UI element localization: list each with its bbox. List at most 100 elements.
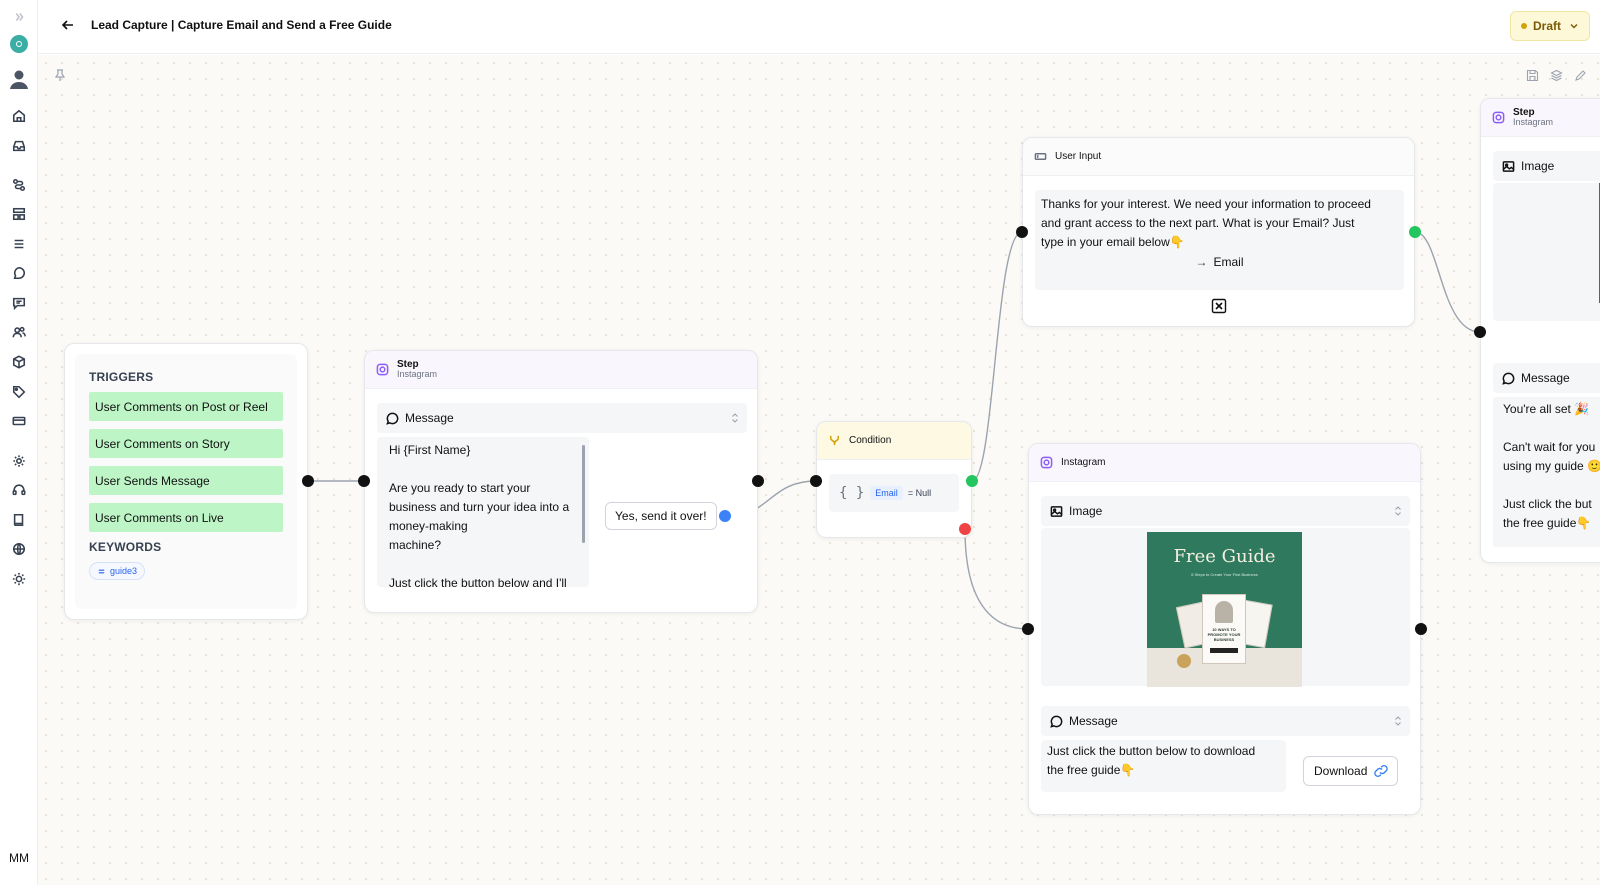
condition-input-port[interactable] (810, 475, 822, 487)
close-box-icon[interactable] (1211, 298, 1227, 314)
message-section-header[interactable]: Message (377, 403, 747, 433)
home-icon[interactable] (10, 107, 28, 125)
condition-false-port[interactable] (959, 523, 971, 535)
expand-collapse-icon[interactable] (1394, 715, 1402, 727)
user-initials[interactable]: MM (0, 851, 38, 865)
message-line: Thanks for your interest. We need your i… (1041, 197, 1371, 211)
message-line: type in your email below👇 (1041, 235, 1185, 249)
layers-icon[interactable] (1550, 69, 1563, 82)
instagram-step-card[interactable]: Instagram Image Free Guide 6 Steps to Cr… (1028, 443, 1421, 815)
instagram-step-out-port[interactable] (1415, 623, 1427, 635)
back-arrow-icon[interactable] (60, 17, 76, 33)
image-section-header[interactable]: Image (1493, 151, 1600, 181)
message-text: Just click the button below to download t… (1047, 742, 1286, 780)
message-text: You're all set 🎉 Can't wait for you using … (1503, 400, 1600, 533)
message-section-header[interactable]: Message (1041, 706, 1410, 736)
image-section[interactable]: Image Free Guide 6 Steps to Create Your … (1041, 496, 1410, 687)
avatar[interactable] (8, 68, 30, 90)
condition-card[interactable]: Condition { } Email = Null (816, 421, 972, 538)
settings-icon[interactable] (10, 452, 28, 470)
chat-icon[interactable] (10, 264, 28, 282)
contacts-icon[interactable] (10, 323, 28, 341)
edit-pen-icon[interactable] (1574, 69, 1587, 82)
user-input-out-port[interactable] (1409, 226, 1421, 238)
download-button[interactable]: Download (1303, 756, 1399, 786)
pin-icon[interactable] (54, 69, 66, 82)
message-bubble-icon (1501, 371, 1515, 385)
message-line: using my guide 🙂 (1503, 459, 1600, 473)
comments-icon[interactable] (10, 294, 28, 312)
message-line (1503, 419, 1600, 438)
quick-reply-label: Yes, send it over! (615, 509, 707, 523)
guide-title: Free Guide (1173, 546, 1276, 567)
message-bubble-icon (1049, 714, 1063, 728)
condition-rule[interactable]: { } Email = Null (829, 474, 959, 512)
condition-header: Condition (817, 422, 971, 460)
user-input-icon (1033, 150, 1047, 164)
button-output-port[interactable] (719, 510, 731, 522)
trigger-item[interactable]: User Comments on Story (89, 429, 283, 458)
products-icon[interactable] (10, 353, 28, 371)
instagram-step-in-port[interactable] (1022, 623, 1034, 635)
trigger-item[interactable]: User Comments on Live (89, 503, 283, 532)
expand-collapse-icon[interactable] (1394, 505, 1402, 517)
message-label: Message (1521, 371, 1570, 385)
chevron-down-icon (1570, 24, 1578, 29)
top-bar: Lead Capture | Capture Email and Send a … (38, 0, 1600, 54)
message-section[interactable]: Message Hi {First Name} Are you ready to … (377, 403, 747, 587)
image-section[interactable]: Image (1493, 151, 1600, 321)
message-section[interactable]: Message You're all set 🎉 Can't wait for y… (1493, 363, 1600, 547)
status-dropdown[interactable]: Draft (1510, 11, 1590, 41)
message-line: the free guide👇 (1503, 516, 1592, 530)
message-bubble-icon (385, 411, 399, 425)
image-icon (1049, 504, 1063, 518)
scrollbar[interactable] (582, 445, 585, 543)
image-section-header[interactable]: Image (1041, 496, 1410, 526)
message-label: Message (1069, 714, 1118, 728)
list-icon[interactable] (10, 235, 28, 253)
keywords-label: KEYWORDS (89, 540, 162, 554)
support-icon[interactable] (10, 481, 28, 499)
message-text-area[interactable]: Just click the button below to download t… (1041, 740, 1286, 792)
message-text-area[interactable]: Hi {First Name} Are you ready to start yo… (377, 437, 589, 587)
expand-collapse-icon[interactable] (731, 412, 739, 424)
message-label: Message (405, 411, 454, 425)
templates-icon[interactable] (10, 205, 28, 223)
user-input-in-port[interactable] (1016, 226, 1028, 238)
guide-book-text: 10 WAYS TO PROMOTE YOUR BUSINESS (1207, 627, 1241, 642)
user-input-card[interactable]: User Input Thanks for your interest. We … (1022, 137, 1415, 327)
billing-icon[interactable] (10, 412, 28, 430)
globe-icon[interactable] (10, 540, 28, 558)
trigger-item[interactable]: User Comments on Post or Reel (89, 392, 283, 421)
right-step-in-port[interactable] (1474, 326, 1486, 338)
step-card-instagram[interactable]: Step Instagram Message Hi {First Name} Ar… (364, 350, 758, 613)
triggers-card[interactable]: TRIGGERS User Comments on Post or Reel U… (64, 343, 308, 620)
instagram-icon (375, 363, 389, 377)
condition-true-port[interactable] (966, 475, 978, 487)
user-input-header: User Input (1023, 138, 1414, 176)
message-line (389, 460, 575, 479)
variable-braces-icon: { } (839, 485, 865, 501)
image-preview-area: Free Guide 6 Steps to Create Your First … (1041, 528, 1410, 687)
message-section-header[interactable]: Message (1493, 363, 1600, 393)
triggers-output-port[interactable] (302, 475, 314, 487)
guide-cover-photo (1215, 601, 1233, 623)
step-output-port[interactable] (752, 475, 764, 487)
message-line: the free guide👇 (1047, 763, 1136, 777)
docs-icon[interactable] (10, 511, 28, 529)
expand-sidebar-icon[interactable] (10, 8, 28, 26)
step-input-port[interactable] (358, 475, 370, 487)
inbox-icon[interactable] (10, 137, 28, 155)
step-card-right[interactable]: Step Instagram Image Message You're all … (1480, 98, 1600, 563)
message-text-area[interactable]: You're all set 🎉 Can't wait for you using … (1493, 397, 1600, 547)
save-icon[interactable] (1526, 69, 1539, 82)
tags-icon[interactable] (10, 383, 28, 401)
keyword-chip[interactable]: guide3 (89, 562, 146, 580)
user-input-prompt[interactable]: Thanks for your interest. We need your i… (1035, 190, 1404, 290)
workspace-logo[interactable] (10, 35, 28, 53)
theme-icon[interactable] (10, 570, 28, 588)
message-line: Hi {First Name} (389, 443, 471, 457)
quick-reply-button[interactable]: Yes, send it over! (605, 502, 717, 530)
trigger-item[interactable]: User Sends Message (89, 466, 283, 495)
automations-icon[interactable] (10, 176, 28, 194)
